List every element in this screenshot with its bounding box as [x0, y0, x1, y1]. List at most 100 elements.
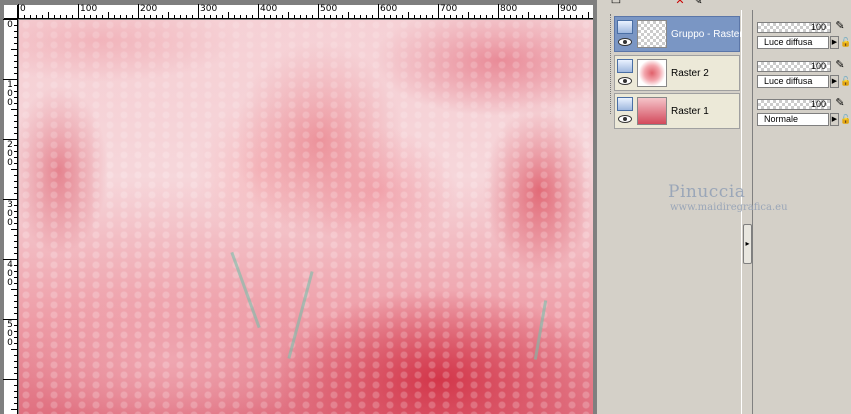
ruler-tick [300, 15, 301, 18]
ruler-tick [270, 15, 271, 18]
new-layer-icon[interactable]: ▭ [608, 0, 624, 8]
ruler-tick [174, 15, 175, 18]
blend-mode-arrow-icon[interactable]: ▶ [830, 36, 839, 49]
lock-icon[interactable]: 🔓 [840, 75, 851, 88]
ruler-left: 0 1 0 0 2 0 0 3 0 0 4 0 0 5 0 0 [3, 19, 18, 414]
ruler-tick [120, 15, 121, 18]
ruler-tick [42, 15, 43, 18]
blend-mode-arrow-icon[interactable]: ▶ [830, 113, 839, 126]
ruler-tick [378, 4, 379, 18]
image-canvas[interactable] [19, 20, 593, 414]
opacity-slider[interactable]: 100 [757, 61, 831, 72]
ruler-tick [384, 15, 385, 18]
ruler-top: 100 200 300 400 500 600 700 800 900 0 [18, 4, 593, 19]
ruler-tick [14, 283, 17, 284]
opacity-value: 100 [810, 99, 826, 109]
ruler-tick [102, 15, 103, 18]
canvas-haze [19, 20, 593, 237]
layer-row[interactable]: Gruppo - Raster 3 [614, 16, 751, 52]
brush-icon[interactable]: ✎ [834, 96, 846, 110]
ruler-tick [14, 295, 17, 296]
ruler-tick [11, 49, 17, 50]
watermark-name: Pinuccia [668, 182, 746, 202]
eye-icon[interactable] [618, 115, 632, 123]
ruler-tick [282, 15, 283, 18]
layer-properties: 100 ✎ Luce diffusa ▶ 🔓 [755, 55, 851, 91]
ruler-tick [84, 15, 85, 18]
ruler-tick [162, 15, 163, 18]
ruler-tick [366, 15, 367, 18]
ruler-tick [126, 15, 127, 18]
ruler-tick [396, 15, 397, 18]
ruler-tick [312, 15, 313, 18]
ruler-tick [360, 15, 361, 18]
ruler-tick [456, 15, 457, 18]
layer-properties: 100 ✎ Normale ▶ 🔓 [755, 93, 851, 129]
ruler-tick [11, 409, 17, 410]
ruler-tick [14, 265, 17, 266]
opacity-value: 100 [810, 22, 826, 32]
ruler-tick [330, 15, 331, 18]
ruler-tick [18, 4, 19, 18]
ruler-tick [14, 163, 17, 164]
blend-mode-select[interactable]: Luce diffusa [757, 36, 829, 49]
collapse-handle[interactable]: ▸ [743, 224, 752, 264]
ruler-tick [14, 247, 17, 248]
ruler-tick [522, 15, 523, 18]
eye-icon[interactable] [618, 38, 632, 46]
ruler-top-label: 800 [500, 4, 518, 14]
ruler-tick [14, 193, 17, 194]
ruler-tick [480, 15, 481, 18]
ruler-tick [324, 15, 325, 18]
ruler-tick [14, 325, 17, 326]
layer-properties: 100 ✎ Luce diffusa ▶ 🔓 [755, 16, 851, 52]
lock-icon[interactable]: 🔓 [840, 113, 851, 126]
brush-icon[interactable]: ✎ [834, 19, 846, 33]
ruler-tick [30, 15, 31, 18]
layer-row[interactable]: Raster 2 [614, 55, 740, 91]
layers-toolbar: ▭ ✕ ✎ [598, 0, 851, 10]
ruler-tick [354, 15, 355, 18]
ruler-tick [14, 331, 17, 332]
ruler-tick [186, 15, 187, 18]
ruler-tick [96, 15, 97, 18]
ruler-tick [450, 15, 451, 18]
ruler-tick [11, 109, 17, 110]
opacity-value: 100 [810, 61, 826, 71]
blend-mode-select[interactable]: Normale [757, 113, 829, 126]
ruler-tick [11, 169, 17, 170]
ruler-tick [54, 15, 55, 18]
ruler-tick [438, 4, 439, 18]
ruler-tick [462, 15, 463, 18]
ruler-tick [14, 205, 17, 206]
ruler-tick [474, 15, 475, 18]
eye-icon[interactable] [618, 77, 632, 85]
ruler-tick [14, 361, 17, 362]
ruler-tick [14, 223, 17, 224]
layer-row[interactable]: Raster 1 [614, 93, 740, 129]
ruler-tick [90, 15, 91, 18]
opacity-slider[interactable]: 100 [757, 99, 831, 110]
lock-icon[interactable]: 🔓 [840, 36, 851, 49]
ruler-tick [264, 15, 265, 18]
ruler-tick [390, 15, 391, 18]
ruler-tick [546, 15, 547, 18]
ruler-tick [210, 15, 211, 18]
brush-icon[interactable]: ✎ [834, 58, 846, 72]
ruler-tick [14, 97, 17, 98]
canvas-area[interactable]: 100 200 300 400 500 600 700 800 900 0 0 1 0 0 2 0 0… [0, 0, 597, 414]
opacity-slider[interactable]: 100 [757, 22, 831, 33]
ruler-tick [14, 67, 17, 68]
brush-icon[interactable]: ✎ [690, 0, 706, 8]
ruler-tick [534, 15, 535, 18]
delete-layer-icon[interactable]: ✕ [672, 0, 688, 8]
ruler-tick [14, 313, 17, 314]
blend-mode-select[interactable]: Luce diffusa [757, 75, 829, 88]
ruler-top-zero: 0 [20, 4, 26, 14]
ruler-tick [510, 15, 511, 18]
ruler-tick [420, 15, 421, 18]
ruler-tick [540, 15, 541, 18]
ruler-tick [14, 61, 17, 62]
blend-mode-arrow-icon[interactable]: ▶ [830, 75, 839, 88]
ruler-tick [408, 12, 409, 18]
